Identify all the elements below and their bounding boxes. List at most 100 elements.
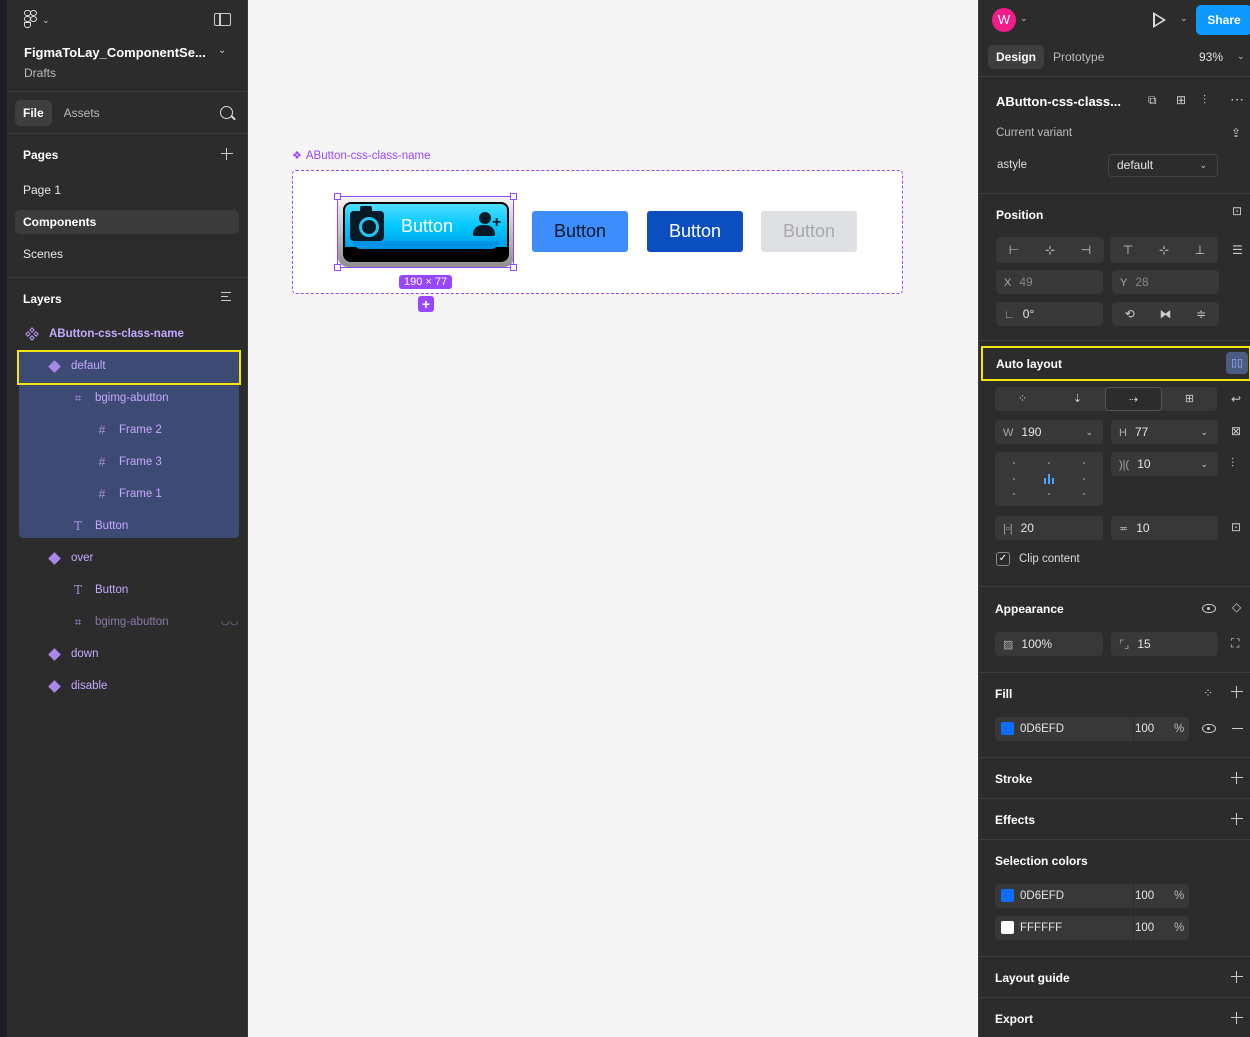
- resize-handle[interactable]: [510, 193, 517, 200]
- chevron-down-icon[interactable]: ⌄: [1237, 51, 1245, 62]
- add-stroke-plus-icon[interactable]: [1231, 772, 1243, 784]
- chevron-down-icon[interactable]: ⌄: [1180, 13, 1188, 24]
- tab-file[interactable]: File: [15, 100, 52, 126]
- align-left-icon[interactable]: ⊢: [996, 237, 1032, 263]
- layer-variant-default[interactable]: default: [47, 356, 106, 376]
- resize-handle[interactable]: [510, 264, 517, 271]
- vertical-padding-field[interactable]: ≖ 10: [1111, 516, 1218, 540]
- selection-name[interactable]: AButton-css-class...: [996, 94, 1121, 109]
- layout-vertical-icon[interactable]: ⇣: [1050, 387, 1105, 411]
- layout-freeform-icon[interactable]: ⁘: [995, 387, 1050, 411]
- page-item-components[interactable]: Components: [15, 210, 239, 234]
- add-layout-guide-plus-icon[interactable]: [1231, 971, 1243, 983]
- align-top-icon[interactable]: ⊤: [1110, 237, 1146, 263]
- tab-design[interactable]: Design: [988, 45, 1045, 69]
- distribute-icon[interactable]: ☰: [1232, 243, 1243, 257]
- fill-swatch[interactable]: [1001, 722, 1014, 736]
- variant-property-select[interactable]: default ⌄: [1108, 154, 1218, 177]
- layer-frame-3[interactable]: # Frame 3: [95, 452, 162, 472]
- color-swatch[interactable]: [1001, 921, 1014, 935]
- layer-frame-1[interactable]: # Frame 1: [95, 484, 162, 504]
- file-name[interactable]: FigmaToLay_ComponentSe...: [24, 45, 206, 60]
- resize-to-fit-icon[interactable]: ⊠: [1231, 424, 1241, 438]
- layer-frame-bgimg-abutton[interactable]: ⌗ bgimg-abutton: [71, 388, 169, 408]
- main-menu-button[interactable]: ⌄: [24, 10, 50, 30]
- styles-grid-icon[interactable]: ⁘: [1203, 686, 1213, 700]
- blend-mode-drop-icon[interactable]: ◇: [1232, 600, 1241, 614]
- component-grid-icon[interactable]: ⊞: [1176, 93, 1186, 107]
- rotation-field[interactable]: ∟ 0°: [996, 302, 1103, 326]
- advanced-settings-icon[interactable]: ⫶: [1231, 456, 1234, 471]
- button-variant-disable[interactable]: Button: [761, 211, 857, 252]
- go-to-main-component-icon[interactable]: ⧉: [1148, 93, 1157, 108]
- fill-row[interactable]: 0D6EFD 100 %: [995, 717, 1189, 741]
- x-field[interactable]: X 49: [996, 270, 1103, 294]
- wrap-icon[interactable]: ↩: [1231, 392, 1241, 406]
- layer-text-button[interactable]: T Button: [71, 580, 128, 600]
- opacity-field[interactable]: ▨ 100%: [995, 632, 1103, 656]
- layer-frame-bgimg-abutton-hidden[interactable]: ⌗ bgimg-abutton: [71, 612, 169, 632]
- layer-variant-down[interactable]: down: [47, 644, 99, 664]
- y-field[interactable]: Y 28: [1112, 270, 1219, 294]
- horizontal-padding-field[interactable]: |▫| 20: [995, 516, 1103, 540]
- add-page-plus-icon[interactable]: [221, 148, 233, 160]
- share-button[interactable]: Share: [1196, 5, 1250, 35]
- tab-assets[interactable]: Assets: [56, 100, 108, 126]
- eye-closed-icon[interactable]: ◡◡: [221, 616, 238, 627]
- remove-fill-minus-icon[interactable]: [1232, 728, 1243, 730]
- rotate-icon[interactable]: ⟲: [1112, 302, 1148, 326]
- add-effect-plus-icon[interactable]: [1231, 813, 1243, 825]
- zoom-level[interactable]: 93%: [1199, 50, 1223, 64]
- layer-component-set[interactable]: AButton-css-class-name: [25, 324, 184, 344]
- selection-color-row[interactable]: 0D6EFD 100 %: [995, 884, 1189, 908]
- page-item-scenes[interactable]: Scenes: [15, 242, 239, 266]
- flip-vertical-icon[interactable]: ≑: [1183, 302, 1219, 326]
- layer-variant-disable[interactable]: disable: [47, 676, 107, 696]
- button-variant-down[interactable]: Button: [647, 211, 743, 252]
- flip-horizontal-icon[interactable]: ⧓: [1148, 302, 1184, 326]
- constraints-icon[interactable]: ⊡: [1232, 204, 1242, 218]
- component-set-label[interactable]: ❖ AButton-css-class-name: [292, 149, 431, 163]
- layer-text-button[interactable]: T Button: [71, 516, 128, 536]
- add-export-plus-icon[interactable]: [1231, 1012, 1243, 1024]
- eye-icon[interactable]: [1202, 604, 1216, 613]
- present-play-icon[interactable]: [1153, 12, 1166, 28]
- avatar[interactable]: W: [992, 8, 1016, 32]
- resize-handle[interactable]: [334, 193, 341, 200]
- layer-variant-over[interactable]: over: [47, 548, 93, 568]
- individual-padding-icon[interactable]: ⊡: [1231, 520, 1241, 534]
- chevron-down-icon[interactable]: ⌄: [218, 45, 226, 56]
- layout-horizontal-icon[interactable]: ⇢: [1105, 387, 1162, 411]
- reset-variant-icon[interactable]: ⇪: [1231, 126, 1241, 140]
- sidebar-toggle-icon[interactable]: [214, 13, 231, 26]
- adjust-sliders-icon[interactable]: ⫶: [1203, 93, 1206, 108]
- layout-grid-icon[interactable]: ⊞: [1162, 387, 1217, 411]
- width-field[interactable]: W 190 ⌄: [995, 420, 1103, 444]
- file-location[interactable]: Drafts: [24, 66, 56, 80]
- eye-icon[interactable]: [1202, 724, 1216, 733]
- gap-field[interactable]: )|(10 ⌄: [1111, 452, 1218, 476]
- resize-handle[interactable]: [334, 264, 341, 271]
- color-swatch[interactable]: [1001, 889, 1014, 903]
- auto-layout-toggle-icon[interactable]: ▯▯: [1226, 352, 1248, 374]
- corner-radius-field[interactable]: ⌜⌟ 15: [1111, 632, 1218, 656]
- add-variant-plus-icon[interactable]: +: [418, 296, 434, 312]
- alignment-grid[interactable]: [995, 452, 1103, 506]
- individual-corners-icon[interactable]: ⛶: [1231, 636, 1239, 651]
- align-right-icon[interactable]: ⊣: [1068, 237, 1104, 263]
- chevron-down-icon[interactable]: ⌄: [1020, 13, 1028, 24]
- more-options-icon[interactable]: ⋯: [1230, 91, 1244, 108]
- add-fill-plus-icon[interactable]: [1231, 686, 1243, 698]
- button-variant-over[interactable]: Button: [532, 211, 628, 252]
- height-field[interactable]: H 77 ⌄: [1111, 420, 1218, 444]
- clip-content-checkbox[interactable]: ✓: [996, 552, 1010, 566]
- align-center-v-icon[interactable]: ⊹: [1146, 237, 1182, 263]
- selection-color-row[interactable]: FFFFFF 100 %: [995, 916, 1189, 940]
- align-center-h-icon[interactable]: ⊹: [1032, 237, 1068, 263]
- layers-collapse-icon[interactable]: [221, 292, 234, 303]
- page-item-page-1[interactable]: Page 1: [15, 178, 239, 202]
- tab-prototype[interactable]: Prototype: [1045, 45, 1112, 69]
- search-icon[interactable]: [220, 106, 233, 119]
- layer-frame-2[interactable]: # Frame 2: [95, 420, 162, 440]
- align-bottom-icon[interactable]: ⊥: [1182, 237, 1218, 263]
